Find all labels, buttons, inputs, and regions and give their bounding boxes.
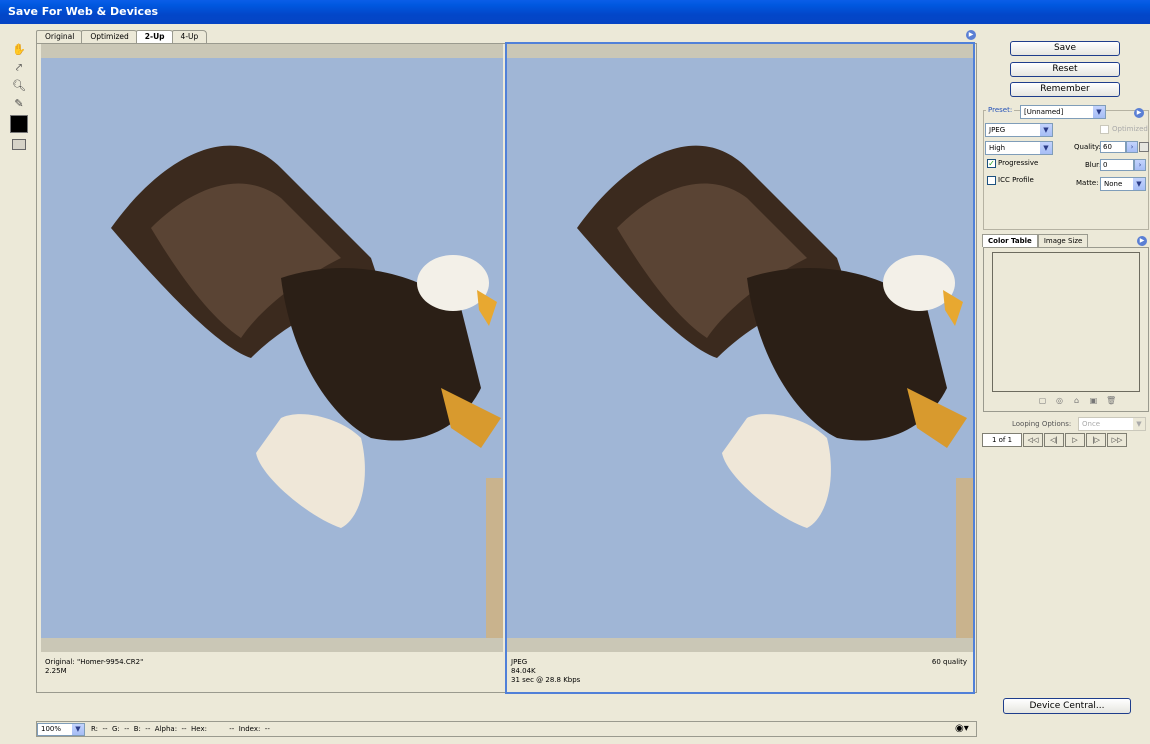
compression-value: High (989, 144, 1006, 152)
new-color-icon[interactable]: ▣ (1089, 396, 1098, 405)
eagle-image-original[interactable] (41, 58, 503, 638)
pane-bottom-bar (507, 638, 973, 652)
blur-slider-icon[interactable]: › (1134, 159, 1146, 171)
format-select[interactable]: JPEG ▼ (985, 123, 1053, 137)
window-title: Save For Web & Devices (0, 0, 1150, 24)
status-bar: 100% ▼ R: -- G: -- B: -- Alpha: -- Hex: … (36, 721, 977, 737)
color-table-menu-icon[interactable]: ▶ (1137, 236, 1147, 246)
next-frame-icon[interactable]: |▷ (1086, 433, 1106, 447)
chevron-down-icon: ▼ (1133, 418, 1145, 430)
preview-area: Original: "Homer-9954.CR2" 2.25M JPEG 84… (36, 42, 977, 694)
menu-arrow-icon[interactable]: ▶ (966, 30, 976, 40)
quality-input[interactable]: 60 (1100, 141, 1126, 153)
dialog-body: ✋ ⤤ 🔍︎ ✎ Original Optimized 2-Up 4-Up ▶ (0, 24, 1150, 744)
progressive-checkbox[interactable]: ✓ (987, 159, 996, 168)
settings-menu-icon[interactable]: ▶ (1134, 108, 1144, 118)
optimized-quality: 60 quality (931, 658, 967, 666)
chevron-down-icon: ▼ (72, 724, 84, 735)
first-frame-icon[interactable]: ◁◁ (1023, 433, 1043, 447)
color-table-tabs: Color Table Image Size (982, 234, 1089, 247)
icc-profile-label: ICC Profile (998, 176, 1034, 184)
pane-bottom-bar (41, 638, 503, 652)
tab-optimized[interactable]: Optimized (81, 30, 138, 43)
animation-controls: 1 of 1 ◁◁ ◁| ▷ |▷ ▷▷ (982, 433, 1150, 447)
zoom-value: 100% (41, 725, 62, 733)
view-tabs: Original Optimized 2-Up 4-Up (36, 30, 208, 43)
zoom-select[interactable]: 100% ▼ (37, 723, 85, 736)
eyedropper-icon[interactable]: ✎ (10, 96, 28, 111)
frame-counter: 1 of 1 (982, 433, 1022, 447)
device-central-button[interactable]: Device Central... (1003, 698, 1131, 714)
matte-value: None (1104, 180, 1123, 188)
optimized-checkbox[interactable] (1100, 125, 1109, 134)
original-info: Original: "Homer-9954.CR2" 2.25M (41, 654, 503, 692)
optimized-download-time: 31 sec @ 28.8 Kbps (511, 676, 581, 684)
toggle-slices-icon[interactable] (12, 139, 26, 150)
color-table-panel: ▢ ◎ ⌂ ▣ 🗑︎ (983, 247, 1149, 412)
last-frame-icon[interactable]: ▷▷ (1107, 433, 1127, 447)
trash-icon[interactable]: 🗑︎ (1106, 396, 1116, 405)
hand-icon[interactable]: ✋ (10, 42, 28, 57)
eagle-image-optimized[interactable] (507, 58, 973, 638)
tab-color-table[interactable]: Color Table (982, 234, 1038, 247)
chevron-down-icon: ▼ (1040, 142, 1052, 154)
prev-frame-icon[interactable]: ◁| (1044, 433, 1064, 447)
play-icon[interactable]: ▷ (1065, 433, 1085, 447)
quality-label: Quality: (1074, 143, 1101, 151)
matte-select[interactable]: None ▼ (1100, 177, 1146, 191)
color-readout: R: -- G: -- B: -- Alpha: -- Hex: -- Inde… (91, 725, 270, 733)
map-colors-icon[interactable]: ▢ (1038, 396, 1047, 405)
tab-2-up[interactable]: 2-Up (135, 30, 174, 43)
optimized-label: Optimized (1112, 125, 1148, 133)
color-table-actions: ▢ ◎ ⌂ ▣ 🗑︎ (1038, 396, 1116, 405)
slice-select-icon[interactable]: ⤤ (10, 60, 28, 75)
tool-column: ✋ ⤤ 🔍︎ ✎ (10, 42, 32, 153)
original-filename: Original: "Homer-9954.CR2" (45, 658, 144, 666)
chevron-down-icon: ▼ (1040, 124, 1052, 136)
tab-original[interactable]: Original (36, 30, 84, 43)
chevron-down-icon: ▼ (1133, 178, 1145, 190)
pane-top-bar (41, 44, 503, 58)
format-value: JPEG (989, 126, 1006, 134)
zoom-icon[interactable]: 🔍︎ (10, 78, 28, 93)
remember-button[interactable]: Remember (1010, 82, 1120, 97)
matte-label: Matte: (1076, 179, 1099, 187)
compression-select[interactable]: High ▼ (985, 141, 1053, 155)
reset-button[interactable]: Reset (1010, 62, 1120, 77)
optimized-size: 84.04K (511, 667, 536, 675)
progressive-label: Progressive (998, 159, 1039, 167)
optimized-pane[interactable]: JPEG 84.04K 31 sec @ 28.8 Kbps 60 qualit… (505, 42, 975, 694)
tab-image-size[interactable]: Image Size (1037, 234, 1089, 247)
chevron-down-icon: ▼ (1093, 106, 1105, 118)
icc-profile-checkbox[interactable] (987, 176, 996, 185)
optimized-format: JPEG (511, 658, 528, 666)
looping-value: Once (1082, 420, 1101, 428)
preset-label: Preset: (986, 106, 1015, 114)
save-button[interactable]: Save (1010, 41, 1120, 56)
optimized-info: JPEG 84.04K 31 sec @ 28.8 Kbps 60 qualit… (507, 654, 973, 692)
quality-slider-icon[interactable]: › (1126, 141, 1138, 153)
blur-label: Blur: (1085, 161, 1102, 169)
quality-mask-icon[interactable] (1139, 142, 1149, 152)
preset-select[interactable]: [Unnamed] ▼ (1020, 105, 1106, 119)
original-size: 2.25M (45, 667, 67, 675)
blur-input[interactable]: 0 (1100, 159, 1134, 171)
preset-value: [Unnamed] (1024, 108, 1064, 116)
color-table-grid[interactable] (992, 252, 1140, 392)
looping-select[interactable]: Once ▼ (1078, 417, 1146, 431)
tab-4-up[interactable]: 4-Up (171, 30, 208, 43)
lock-icon[interactable]: ⌂ (1072, 396, 1081, 405)
color-swatch-icon[interactable] (10, 115, 28, 133)
browser-preview-icon[interactable]: ◉▾ (955, 722, 977, 736)
web-shift-icon[interactable]: ◎ (1055, 396, 1064, 405)
original-pane[interactable]: Original: "Homer-9954.CR2" 2.25M (41, 44, 503, 692)
pane-top-bar (507, 44, 973, 58)
looping-label: Looping Options: (1012, 420, 1072, 428)
